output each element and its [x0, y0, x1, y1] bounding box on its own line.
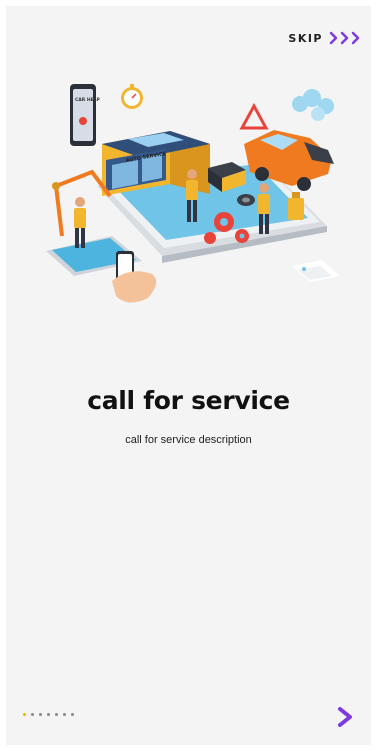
- page-dot: [55, 713, 58, 716]
- triple-chevron-right-icon: [329, 31, 363, 45]
- page-dot: [39, 713, 42, 716]
- auto-service-illustration: AUTO SERVICE CAR HELP: [42, 76, 348, 306]
- skip-button[interactable]: SKIP: [288, 31, 363, 45]
- page-dot: [71, 713, 74, 716]
- skip-label: SKIP: [288, 31, 323, 45]
- page-title: call for service: [87, 386, 290, 415]
- car-help-label: CAR HELP: [75, 97, 101, 103]
- page-description: call for service description: [125, 434, 252, 446]
- page-dot: [47, 713, 50, 716]
- page-dot: [31, 713, 34, 716]
- page-indicator: [23, 713, 74, 716]
- page-dot-active: [23, 713, 26, 716]
- page-dot: [63, 713, 66, 716]
- next-button[interactable]: [334, 706, 356, 728]
- chevron-right-icon: [338, 707, 352, 727]
- onboarding-screen: SKIP AUTO SERVICE CAR HELP call for serv…: [6, 6, 371, 745]
